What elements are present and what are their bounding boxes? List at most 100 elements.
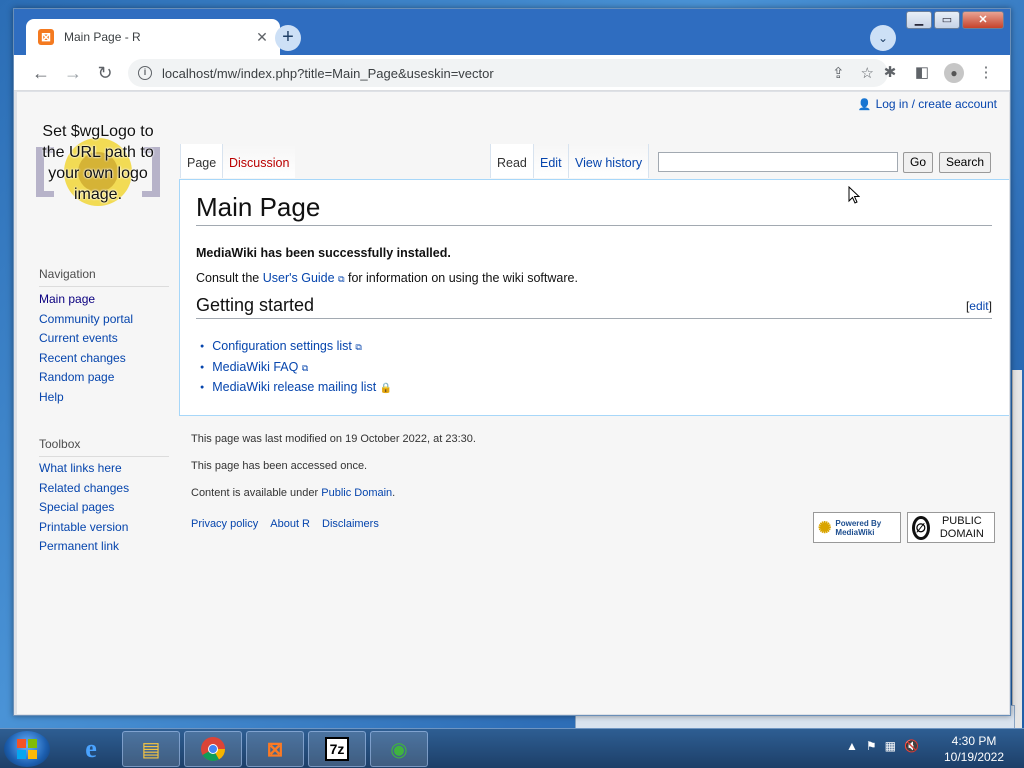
bookmark-star-icon[interactable]: ☆ [861, 64, 874, 82]
mediawiki-logo-icon: ✺ [818, 519, 832, 537]
internet-explorer-icon[interactable]: e [62, 731, 120, 767]
forward-arrow-icon[interactable]: → [62, 62, 84, 84]
maximize-button[interactable]: ▭ [934, 11, 960, 29]
nav-random-page[interactable]: Random page [39, 368, 133, 388]
faq-link[interactable]: MediaWiki FAQ [212, 360, 298, 374]
mouse-cursor-icon [848, 186, 860, 204]
page-title: Main Page [196, 192, 992, 226]
search-button[interactable]: Search [939, 152, 992, 173]
address-bar[interactable]: i localhost/mw/index.php?title=Main_Page… [128, 59, 888, 87]
browser-tab[interactable]: ⊠ Main Page - R ✕ [26, 19, 280, 55]
new-tab-button[interactable]: + [275, 25, 301, 51]
privacy-policy-link[interactable]: Privacy policy [191, 518, 258, 530]
consult-suffix: for information on using the wiki softwa… [344, 271, 578, 285]
info-icon[interactable]: i [138, 66, 152, 80]
close-tab-icon[interactable]: ✕ [254, 29, 270, 46]
system-clock[interactable]: 4:30 PM 10/19/2022 [936, 733, 1012, 765]
chrome-window: ⊠ Main Page - R ✕ + ⌄ ▁ ▭ ✕ ← → ↻ i loca… [13, 8, 1011, 716]
users-guide-link[interactable]: User's Guide [263, 271, 335, 285]
file-explorer-icon[interactable]: ▤ [122, 731, 180, 767]
share-icon[interactable]: ⇪ [832, 64, 845, 82]
page-viewport: 👤 Log in / create account Set $wgLogo to … [17, 92, 1009, 714]
search-input[interactable] [658, 152, 898, 172]
volume-muted-icon[interactable]: 🔇 [904, 739, 919, 753]
toolbox-printable-version[interactable]: Printable version [39, 518, 129, 538]
clock-time: 4:30 PM [951, 734, 997, 748]
mailing-list-link[interactable]: MediaWiki release mailing list [212, 380, 376, 394]
toolbox-related-changes[interactable]: Related changes [39, 479, 129, 499]
login-link[interactable]: Log in / create account [876, 97, 997, 111]
url-text[interactable]: localhost/mw/index.php?title=Main_Page&u… [162, 66, 494, 81]
nav-help[interactable]: Help [39, 388, 133, 408]
logo-text: Set $wgLogo to the URL path to your own … [42, 123, 154, 203]
show-hidden-icons-icon[interactable]: ▲ [846, 739, 858, 753]
list-item[interactable]: MediaWiki release mailing list 🔒 [200, 377, 392, 398]
access-count: This page has been accessed once. [191, 460, 368, 472]
chrome-logo [201, 737, 225, 762]
tab-view-history[interactable]: View history [568, 144, 650, 178]
tab-search-button[interactable]: ⌄ [870, 25, 896, 51]
toolbox-what-links-here[interactable]: What links here [39, 459, 129, 479]
config-settings-link[interactable]: Configuration settings list [212, 339, 352, 353]
clock-date: 10/19/2022 [943, 750, 1005, 764]
7zip-icon[interactable]: 7z [308, 731, 366, 767]
download-manager-icon[interactable]: ◉ [370, 731, 428, 767]
chrome-icon[interactable] [184, 731, 242, 767]
toolbox-permanent-link[interactable]: Permanent link [39, 537, 129, 557]
nav-recent-changes[interactable]: Recent changes [39, 349, 133, 369]
list-item[interactable]: Configuration settings list ⧉ [200, 336, 392, 357]
about-link[interactable]: About R [270, 518, 310, 530]
license-suffix: . [392, 487, 396, 499]
toolbox-special-pages[interactable]: Special pages [39, 498, 129, 518]
wiki-logo[interactable]: Set $wgLogo to the URL path to your own … [32, 121, 164, 221]
mediawiki-badge-text: Powered By MediaWiki [835, 518, 882, 537]
public-domain-badge-text: PUBLIC DOMAIN [939, 514, 984, 540]
getting-started-list: Configuration settings list ⧉ MediaWiki … [200, 336, 392, 398]
tab-edit[interactable]: Edit [533, 144, 568, 178]
external-link-icon: ⧉ [301, 362, 309, 373]
toolbox-heading: Toolbox [39, 437, 169, 457]
back-arrow-icon[interactable]: ← [30, 62, 52, 84]
powered-by-mediawiki-badge[interactable]: ✺ Powered By MediaWiki [813, 512, 901, 543]
consult-prefix: Consult the [196, 271, 263, 285]
external-link-icon: ⧉ [355, 342, 362, 352]
xampp-icon[interactable]: ⊠ [246, 731, 304, 767]
tab-page[interactable]: Page [180, 144, 223, 178]
background-window-scrollbar [1012, 370, 1022, 730]
lock-icon: 🔒 [379, 383, 393, 394]
reload-icon[interactable]: ↻ [94, 62, 116, 84]
edit-section-link[interactable]: edit [969, 299, 988, 313]
tab-read[interactable]: Read [490, 144, 533, 178]
profile-avatar-icon[interactable]: ● [944, 63, 964, 83]
list-item[interactable]: MediaWiki FAQ ⧉ [200, 357, 392, 378]
public-domain-link[interactable]: Public Domain [321, 487, 392, 499]
navigation-heading: Navigation [39, 267, 169, 287]
section-heading: Getting started [edit] [196, 295, 992, 319]
nav-main-page[interactable]: Main page [39, 290, 133, 310]
go-button[interactable]: Go [903, 152, 934, 173]
nav-community-portal[interactable]: Community portal [39, 310, 133, 330]
close-window-button[interactable]: ✕ [962, 11, 1004, 29]
content-area: Main Page MediaWiki has been successfull… [179, 179, 1009, 416]
section-title: Getting started [196, 295, 315, 315]
personal-tools[interactable]: 👤 Log in / create account [858, 97, 997, 111]
public-domain-badge[interactable]: ∅ PUBLIC DOMAIN [907, 512, 995, 543]
tab-discussion[interactable]: Discussion [222, 144, 296, 178]
disclaimers-link[interactable]: Disclaimers [322, 518, 379, 530]
menu-dots-icon[interactable]: ⋮ [976, 63, 996, 83]
action-center-flag-icon[interactable]: ⚑ [866, 739, 877, 753]
extensions-puzzle-icon[interactable]: ✱ [880, 63, 900, 83]
side-panel-icon[interactable]: ◧ [912, 63, 932, 83]
network-icon[interactable]: ▦ [885, 739, 896, 753]
browser-toolbar: ← → ↻ i localhost/mw/index.php?title=Mai… [14, 55, 1010, 91]
system-tray: ▲ ⚑ ▦ 🔇 [846, 739, 919, 753]
start-button[interactable] [4, 731, 50, 767]
taskbar: e ▤ ⊠ 7z ◉ ▲ ⚑ ▦ 🔇 4:30 PM 10/19/2022 [0, 728, 1024, 768]
windows-logo-icon [17, 739, 37, 759]
window-controls: ▁ ▭ ✕ [906, 11, 1004, 29]
minimize-button[interactable]: ▁ [906, 11, 932, 29]
tab-strip: ⊠ Main Page - R ✕ + ⌄ ▁ ▭ ✕ [14, 9, 1010, 55]
nav-current-events[interactable]: Current events [39, 329, 133, 349]
toolbox-list: What links here Related changes Special … [39, 459, 129, 557]
content-license: Content is available under Public Domain… [191, 487, 395, 499]
